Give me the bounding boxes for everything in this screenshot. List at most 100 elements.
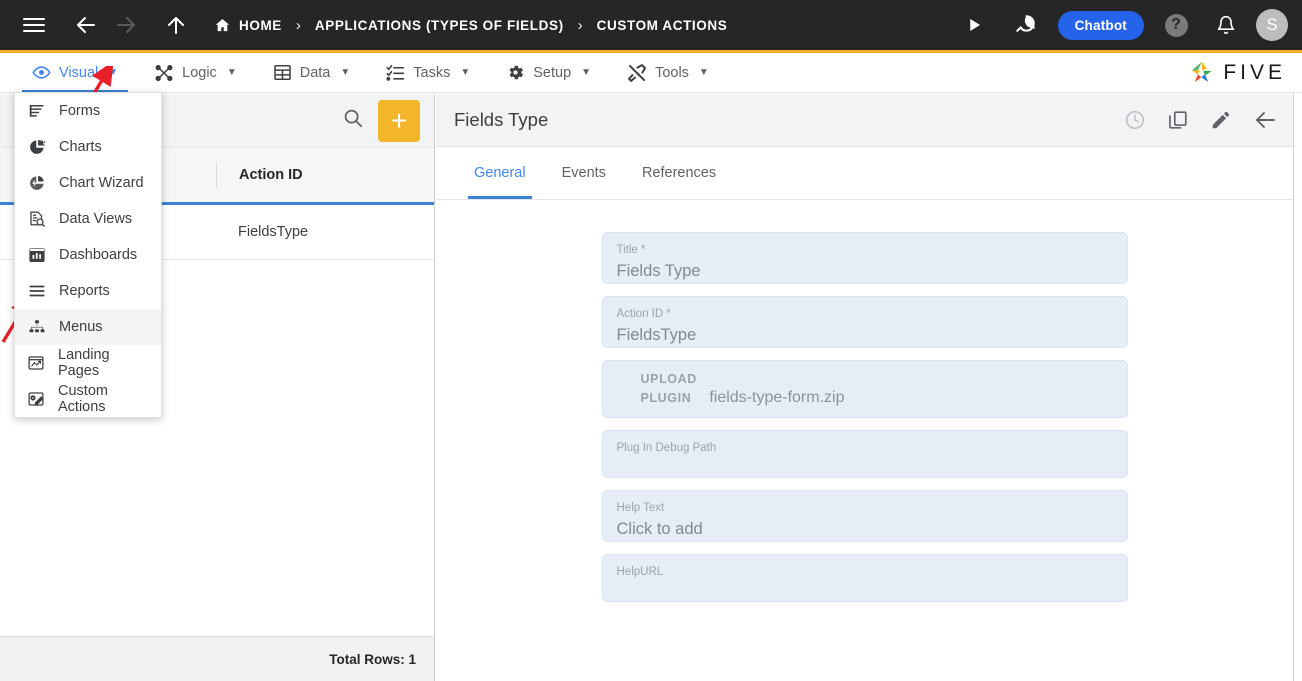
tab-references[interactable]: References <box>624 147 734 199</box>
app-root: HOME › APPLICATIONS (TYPES OF FIELDS) › … <box>0 0 1302 681</box>
field-title[interactable]: Title * Fields Type <box>602 232 1128 284</box>
chevron-down-icon: ▼ <box>581 67 591 78</box>
record-detail-pane: Fields Type General Events References <box>436 94 1294 681</box>
menu-item-label: Data <box>300 65 331 81</box>
dropdown-item-label: Forms <box>59 103 100 119</box>
dropdown-item-label: Chart Wizard <box>59 175 144 191</box>
tab-events[interactable]: Events <box>544 147 624 199</box>
edit-icon[interactable] <box>1210 109 1232 131</box>
menu-item-label: Visual <box>59 65 98 81</box>
add-record-button[interactable]: + <box>378 100 420 142</box>
breadcrumb-item-custom-actions[interactable]: CUSTOM ACTIONS <box>593 18 732 33</box>
dropdown-item-label: Landing Pages <box>58 347 149 379</box>
dashboard-icon <box>27 246 46 264</box>
arrow-left-icon[interactable] <box>66 5 106 45</box>
upload-filename: fields-type-form.zip <box>709 388 844 408</box>
avatar[interactable]: S <box>1256 9 1288 41</box>
dropdown-item-menus[interactable]: Menus <box>15 309 161 345</box>
dropdown-item-label: Custom Actions <box>58 383 149 415</box>
module-menu-bar: Visual ▼ Logic ▼ Data ▼ Tasks ▼ <box>0 53 1302 93</box>
page-title: Fields Type <box>454 109 548 131</box>
five-pinwheel-logo <box>1188 59 1216 87</box>
dropdown-item-data-views[interactable]: Data Views <box>15 201 161 237</box>
home-icon <box>214 17 231 34</box>
upload-row: PLUGIN fields-type-form.zip <box>617 388 1113 408</box>
visual-dropdown-menu: Forms Charts Chart Wizard Data Views Das <box>14 92 162 418</box>
field-label: Plug In Debug Path <box>617 440 1113 456</box>
field-label: Help Text <box>617 500 1113 516</box>
chevron-down-icon: ▼ <box>460 67 470 78</box>
search-chat-icon[interactable] <box>1006 5 1046 45</box>
gear-icon <box>506 63 525 82</box>
breadcrumb-item-applications[interactable]: APPLICATIONS (TYPES OF FIELDS) <box>311 18 568 33</box>
chevron-down-icon: ▼ <box>108 67 118 78</box>
menu-item-label: Setup <box>533 65 571 81</box>
field-value: Click to add <box>617 516 1113 542</box>
play-icon[interactable] <box>954 5 994 45</box>
reports-icon <box>27 282 46 300</box>
forms-icon <box>27 102 46 120</box>
back-icon[interactable] <box>1253 108 1277 132</box>
breadcrumb-label: CUSTOM ACTIONS <box>597 18 728 33</box>
menu-item-data[interactable]: Data ▼ <box>255 53 369 93</box>
logic-nodes-icon <box>154 63 174 83</box>
dropdown-item-charts[interactable]: Charts <box>15 129 161 165</box>
menu-item-logic[interactable]: Logic ▼ <box>136 53 255 93</box>
dropdown-item-label: Charts <box>59 139 102 155</box>
breadcrumb-item-home[interactable]: HOME <box>210 17 286 34</box>
field-label: Title * <box>617 242 1113 258</box>
field-action-id[interactable]: Action ID * FieldsType <box>602 296 1128 348</box>
field-help-text[interactable]: Help Text Click to add <box>602 490 1128 542</box>
arrow-up-icon[interactable] <box>156 5 196 45</box>
menu-item-label: Logic <box>182 65 217 81</box>
arrow-right-icon[interactable] <box>106 5 146 45</box>
menu-item-tools[interactable]: Tools ▼ <box>609 53 727 93</box>
chart-wizard-icon <box>27 174 46 192</box>
copy-icon[interactable] <box>1167 109 1189 131</box>
menu-item-tasks[interactable]: Tasks ▼ <box>368 53 488 93</box>
landing-page-icon <box>27 354 45 372</box>
help-glyph: ? <box>1165 14 1188 37</box>
breadcrumb-label: APPLICATIONS (TYPES OF FIELDS) <box>315 18 564 33</box>
dropdown-item-forms[interactable]: Forms <box>15 93 161 129</box>
chevron-down-icon: ▼ <box>340 67 350 78</box>
dropdown-item-label: Reports <box>59 283 110 299</box>
general-form: Title * Fields Type Action ID * FieldsTy… <box>436 200 1293 602</box>
field-value: FieldsType <box>617 322 1113 348</box>
chatbot-button[interactable]: Chatbot <box>1058 11 1144 40</box>
chevron-down-icon: ▼ <box>227 67 237 78</box>
dropdown-item-landing-pages[interactable]: Landing Pages <box>15 345 161 381</box>
tab-general[interactable]: General <box>456 147 544 199</box>
hamburger-icon[interactable] <box>14 5 54 45</box>
dropdown-item-custom-actions[interactable]: Custom Actions <box>15 381 161 417</box>
field-plugin-debug-path[interactable]: Plug In Debug Path <box>602 430 1128 478</box>
help-icon[interactable]: ? <box>1156 5 1196 45</box>
field-help-url[interactable]: HelpURL <box>602 554 1128 602</box>
breadcrumb-separator: › <box>568 17 593 34</box>
dropdown-item-label: Data Views <box>59 211 132 227</box>
pie-chart-icon <box>27 138 46 156</box>
detail-header-actions <box>1124 108 1277 132</box>
dropdown-item-reports[interactable]: Reports <box>15 273 161 309</box>
field-upload-plugin[interactable]: UPLOAD PLUGIN fields-type-form.zip <box>602 360 1128 418</box>
search-icon[interactable] <box>342 107 364 134</box>
history-icon[interactable] <box>1124 109 1146 131</box>
data-view-icon <box>27 210 46 228</box>
field-label: Action ID * <box>617 306 1113 322</box>
dropdown-item-dashboards[interactable]: Dashboards <box>15 237 161 273</box>
dropdown-item-chart-wizard[interactable]: Chart Wizard <box>15 165 161 201</box>
cell-action-id: FieldsType <box>238 224 308 240</box>
table-grid-icon <box>273 63 292 82</box>
chevron-down-icon: ▼ <box>699 67 709 78</box>
breadcrumb-label: HOME <box>239 18 282 33</box>
custom-actions-icon <box>27 390 45 408</box>
checklist-icon <box>386 63 405 82</box>
menu-item-visual[interactable]: Visual ▼ <box>14 53 136 93</box>
menu-item-setup[interactable]: Setup ▼ <box>488 53 609 93</box>
bell-icon[interactable] <box>1206 5 1246 45</box>
eye-icon <box>32 63 51 82</box>
upload-label-line1: UPLOAD <box>617 370 1113 388</box>
column-header-action-id[interactable]: Action ID <box>216 162 303 188</box>
tools-icon <box>627 63 647 83</box>
five-brand-text: FIVE <box>1223 61 1286 85</box>
